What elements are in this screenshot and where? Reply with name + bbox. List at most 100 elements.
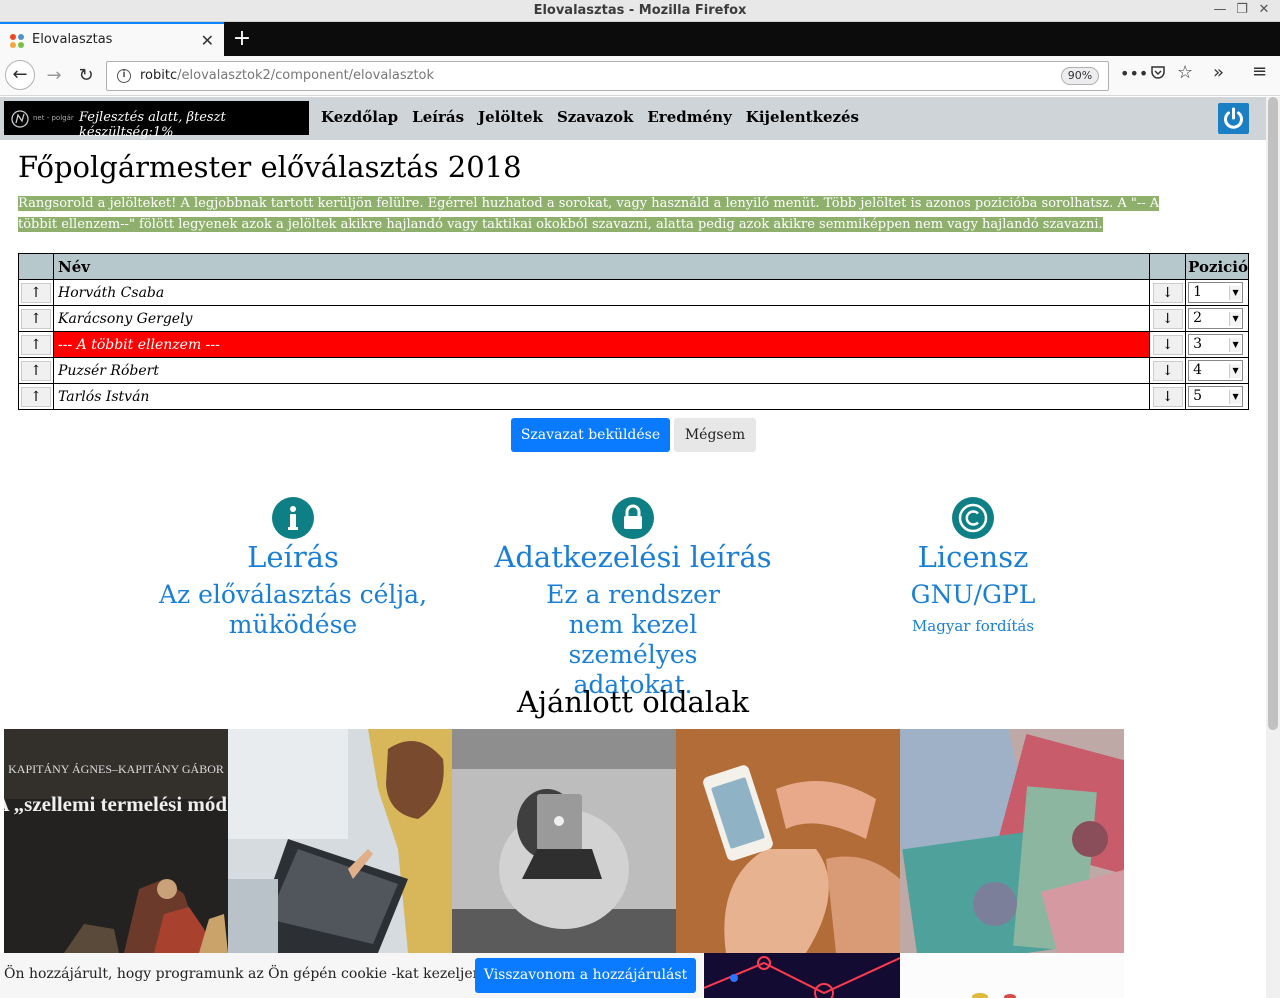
table-header-row: Név Pozició — [18, 253, 1249, 280]
tab-close-icon[interactable]: ✕ — [201, 31, 214, 50]
joomla-favicon-icon — [10, 34, 24, 48]
submit-vote-button[interactable]: Szavazat beküldése — [511, 418, 670, 452]
pocket-icon[interactable] — [1150, 64, 1166, 84]
reload-icon[interactable]: ↻ — [72, 62, 100, 90]
table-row[interactable]: ↑ Karácsony Gergely ↓ 2 ▼ — [18, 305, 1249, 332]
table-row[interactable]: ↑ Puzsér Róbert ↓ 4 ▼ — [18, 357, 1249, 384]
thumbnail-phone-hands[interactable] — [676, 729, 900, 953]
close-icon[interactable]: ✕ — [1256, 2, 1272, 18]
zoom-indicator[interactable]: 90% — [1061, 67, 1099, 85]
move-down-button[interactable]: ↓ — [1152, 282, 1183, 303]
nav-bar: ← → ↻ i robitc/elovalasztok2/component/e… — [0, 56, 1280, 96]
dropdown-caret-icon: ▼ — [1229, 286, 1242, 300]
move-up-button[interactable]: ↑ — [21, 334, 51, 355]
candidate-name[interactable]: Horváth Csaba — [52, 279, 1151, 306]
back-arrow-icon[interactable]: ← — [5, 60, 35, 90]
cookie-consent-text: Ön hozzájárult, hogy programunk az Ön gé… — [4, 966, 487, 982]
hungarian-translation-link[interactable]: Magyar fordítás — [813, 617, 1133, 635]
position-select[interactable]: 5 ▼ — [1188, 386, 1244, 407]
page-title: Főpolgármester előválasztás 2018 — [18, 150, 522, 184]
position-select[interactable]: 3 ▼ — [1188, 334, 1244, 355]
dropdown-caret-icon: ▼ — [1229, 390, 1242, 404]
info-desc-privacy[interactable]: Ez a rendszer nem kezel személyes adatok… — [473, 580, 793, 700]
thumbnail-laptop-chair[interactable] — [452, 729, 676, 953]
position-select[interactable]: 4 ▼ — [1188, 360, 1244, 381]
info-title-license[interactable]: Licensz — [813, 540, 1133, 574]
scrollbar-thumb[interactable] — [1268, 97, 1278, 730]
cookie-consent-bar: Ön hozzájárult, hogy programunk az Ön gé… — [0, 953, 703, 998]
minimize-icon[interactable]: — — [1212, 2, 1228, 18]
position-select[interactable]: 1 ▼ — [1188, 282, 1244, 303]
thumbnail-man-tablet[interactable] — [228, 729, 452, 953]
position-column-header: Pozició — [1185, 253, 1249, 280]
dropdown-caret-icon: ▼ — [1229, 364, 1242, 378]
recommended-pages-title: Ajánlott oldalak — [517, 685, 749, 719]
position-select[interactable]: 2 ▼ — [1188, 308, 1244, 329]
cancel-button[interactable]: Mégsem — [674, 418, 756, 452]
move-down-button[interactable]: ↓ — [1152, 360, 1183, 381]
power-button[interactable] — [1218, 103, 1249, 134]
url-text: robitc/elovalasztok2/component/elovalasz… — [140, 68, 435, 83]
table-row-against-separator[interactable]: ↑ --- A többit ellenzem --- ↓ 3 ▼ — [18, 331, 1249, 358]
move-up-button[interactable]: ↑ — [21, 360, 51, 381]
info-column-privacy: Adatkezelési leírás Ez a rendszer nem ke… — [473, 497, 793, 700]
candidate-name[interactable]: Karácsony Gergely — [52, 305, 1151, 332]
thumbnail-book-cover[interactable]: KAPITÁNY ÁGNES–KAPITÁNY GÁBOR A „szellem… — [4, 729, 228, 953]
forward-arrow-icon[interactable]: → — [40, 62, 68, 90]
site-header: net - polgár Fejlesztés alatt, βteszt ké… — [0, 97, 1266, 140]
info-icon — [272, 497, 314, 539]
window-title: Elovalasztas - Mozilla Firefox — [533, 3, 747, 18]
menu-item-leiras[interactable]: Leírás — [412, 108, 464, 126]
url-bar[interactable]: i robitc/elovalasztok2/component/elovala… — [106, 61, 1109, 91]
thumbnail-coins[interactable] — [900, 953, 1124, 998]
thumbnail-network[interactable] — [704, 953, 900, 998]
menu-item-eredmeny[interactable]: Eredmény — [647, 108, 731, 126]
main-content: Főpolgármester előválasztás 2018 Rangsor… — [18, 150, 1250, 235]
bookmark-star-icon[interactable]: ☆ — [1177, 62, 1193, 83]
instructions-line-1: Rangsorold a jelölteket! A legjobbnak ta… — [18, 196, 1160, 211]
book-cover-title: A „szellemi termelési mód” — [4, 792, 228, 816]
overflow-chevron-icon[interactable]: » — [1213, 62, 1224, 83]
dropdown-caret-icon: ▼ — [1229, 338, 1242, 352]
maximize-icon[interactable]: ❐ — [1234, 2, 1250, 18]
window-titlebar: Elovalasztas - Mozilla Firefox — ❐ ✕ — [0, 0, 1280, 22]
info-column-license: Licensz GNU/GPL Magyar fordítás — [813, 497, 1133, 635]
table-row[interactable]: ↑ Horváth Csaba ↓ 1 ▼ — [18, 279, 1249, 306]
info-column-description: Leírás Az előválasztás célja, müködése — [133, 497, 453, 640]
net-polgar-logo-icon — [11, 110, 29, 128]
name-column-header: Név — [52, 253, 1151, 280]
candidate-ranking-table: Név Pozició ↑ Horváth Csaba ↓ 1 ▼ ↑ Karác… — [18, 253, 1249, 410]
against-separator-label[interactable]: --- A többit ellenzem --- — [52, 331, 1151, 358]
tab-strip: Elovalasztas ✕ + — [0, 22, 1280, 56]
main-menu: Kezdőlap Leírás Jelöltek Szavazok Eredmé… — [321, 108, 873, 126]
logo-text: net - polgár — [33, 114, 74, 122]
move-up-button[interactable]: ↑ — [21, 282, 51, 303]
dev-status-text: Fejlesztés alatt, βteszt készültség:1% — [79, 110, 226, 140]
info-desc-description[interactable]: Az előválasztás célja, müködése — [133, 580, 453, 640]
candidate-name[interactable]: Tarlós István — [52, 383, 1151, 410]
thumbnail-forint-banknotes[interactable] — [900, 729, 1124, 953]
menu-item-kijelentkezes[interactable]: Kijelentkezés — [746, 108, 859, 126]
logo-box[interactable]: net - polgár Fejlesztés alatt, βteszt ké… — [4, 101, 309, 140]
move-down-button[interactable]: ↓ — [1152, 334, 1183, 355]
new-tab-icon[interactable]: + — [230, 25, 254, 53]
copyright-icon — [952, 497, 994, 539]
info-title-privacy[interactable]: Adatkezelési leírás — [473, 540, 793, 574]
info-title-description[interactable]: Leírás — [133, 540, 453, 574]
page-actions-icon[interactable]: ••• — [1120, 64, 1148, 83]
move-down-button[interactable]: ↓ — [1152, 386, 1183, 407]
menu-item-kezdolap[interactable]: Kezdőlap — [321, 108, 398, 126]
menu-item-szavazok[interactable]: Szavazok — [557, 108, 633, 126]
info-desc-license[interactable]: GNU/GPL — [813, 580, 1133, 610]
menu-item-jeloltek[interactable]: Jelöltek — [478, 108, 543, 126]
move-up-button[interactable]: ↑ — [21, 308, 51, 329]
table-row[interactable]: ↑ Tarlós István ↓ 5 ▼ — [18, 383, 1249, 410]
browser-tab[interactable]: Elovalasztas ✕ — [0, 22, 224, 56]
move-down-button[interactable]: ↓ — [1152, 308, 1183, 329]
site-info-icon[interactable]: i — [117, 69, 131, 83]
move-up-button[interactable]: ↑ — [21, 386, 51, 407]
candidate-name[interactable]: Puzsér Róbert — [52, 357, 1151, 384]
book-cover-authors: KAPITÁNY ÁGNES–KAPITÁNY GÁBOR — [8, 762, 224, 776]
revoke-consent-button[interactable]: Visszavonom a hozzájárulást — [475, 958, 696, 993]
hamburger-menu-icon[interactable]: ≡ — [1252, 61, 1267, 82]
